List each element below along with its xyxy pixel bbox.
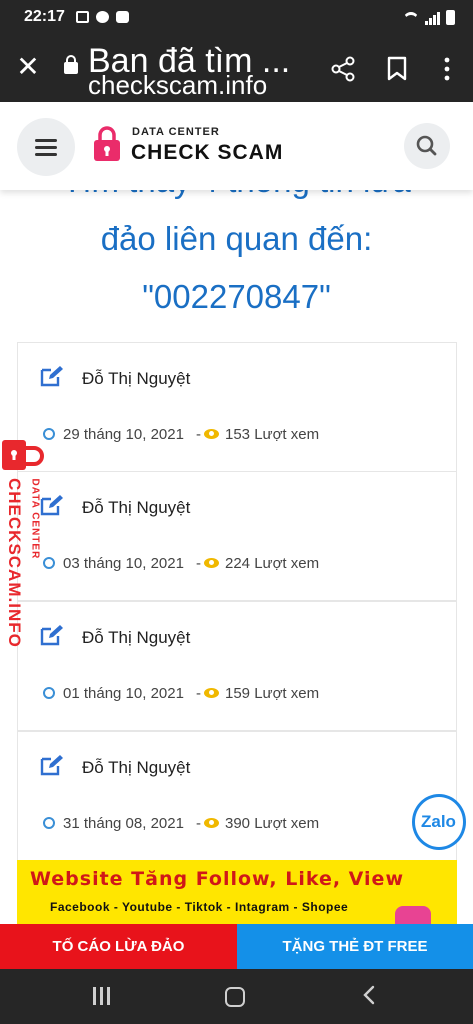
result-date: 03 tháng 10, 2021 [63,555,184,572]
messenger-icon [96,11,109,23]
result-name[interactable]: Đỗ Thị Nguyệt [82,369,190,389]
logo-subtitle: DATA CENTER [132,126,220,138]
meta-separator: - [196,685,201,702]
youtube-icon [116,11,129,23]
logo-title[interactable]: CHECK SCAM [131,141,283,165]
promo-decoration-icon [395,906,431,924]
eye-icon [204,688,219,698]
eye-icon [204,558,219,568]
side-watermark: DATA CENTER CHECKSCAM.INFO [0,436,50,666]
eye-icon [204,429,219,439]
free-card-button[interactable]: TẶNG THẺ ĐT FREE [237,924,473,969]
notification-icons [76,11,129,23]
result-views: 224 Lượt xem [225,555,320,572]
browser-domain[interactable]: checkscam.info [88,70,267,101]
result-name[interactable]: Đỗ Thị Nguyệt [82,758,190,778]
zalo-chat-button[interactable]: Zalo [412,794,466,850]
result-card[interactable]: Đỗ Thị Nguyệt 29 tháng 10, 2021 - 153 Lư… [17,342,457,472]
logo-lock-icon [94,126,120,161]
result-card[interactable]: Đỗ Thị Nguyệt 01 tháng 10, 2021 - 159 Lư… [17,601,457,731]
edit-icon [40,755,63,776]
meta-separator: - [196,555,201,572]
heading-line-1: Tìm thấy 4 thông tin lừa [0,190,473,210]
watermark-subtitle: DATA CENTER [29,478,41,560]
close-icon[interactable]: ✕ [16,53,40,81]
meta-separator: - [196,815,201,832]
edit-icon [40,366,63,387]
result-views: 159 Lượt xem [225,685,320,702]
main-content: Tìm thấy 4 thông tin lừa đảo liên quan đ… [0,190,473,924]
promo-subtitle: Facebook - Youtube - Tiktok - Intagram -… [50,900,349,914]
result-views: 390 Lượt xem [225,815,320,832]
share-icon[interactable] [330,56,356,82]
menu-icon[interactable] [17,118,75,176]
report-scam-button[interactable]: TỐ CÁO LỪA ĐẢO [0,924,237,969]
heading-line-2: đảo liên quan đến: [100,220,373,257]
clock-icon [43,817,55,829]
site-header: DATA CENTER CHECK SCAM [0,102,473,190]
clock-icon [43,687,55,699]
status-time: 22:17 [24,8,65,25]
meta-separator: - [196,426,201,443]
system-icons [403,10,455,25]
search-icon[interactable] [404,123,450,169]
result-date: 31 tháng 08, 2021 [63,815,184,832]
result-date: 01 tháng 10, 2021 [63,685,184,702]
promo-title: Website Tăng Follow, Like, View [30,868,404,890]
system-nav-bar [0,969,473,1024]
result-name[interactable]: Đỗ Thị Nguyệt [82,498,190,518]
watermark-title: CHECKSCAM.INFO [5,478,24,648]
page-heading: Tìm thấy 4 thông tin lừa đảo liên quan đ… [0,190,473,326]
more-icon[interactable] [436,56,458,82]
lock-icon [64,55,78,74]
status-bar: 22:17 [0,0,473,36]
watermark-lock-icon [2,440,44,470]
result-name[interactable]: Đỗ Thị Nguyệt [82,628,190,648]
wifi-icon [403,12,419,25]
heading-line-3: "002270847" [142,278,331,315]
signal-icon [425,12,440,25]
bookmark-icon[interactable] [386,56,408,82]
browser-toolbar: ✕ Ban đã tìm ... checkscam.info [0,36,473,102]
back-icon[interactable] [360,985,378,1005]
result-card[interactable]: Đỗ Thị Nguyệt 03 tháng 10, 2021 - 224 Lư… [17,471,457,601]
home-icon[interactable] [225,987,245,1007]
recent-apps-icon[interactable] [93,987,113,1005]
zalo-label: Zalo [421,812,456,831]
promo-banner[interactable]: Website Tăng Follow, Like, View Facebook… [17,860,457,924]
result-date: 29 tháng 10, 2021 [63,426,184,443]
image-icon [76,11,89,23]
eye-icon [204,818,219,828]
bottom-actions: TỐ CÁO LỪA ĐẢO TẶNG THẺ ĐT FREE [0,924,473,969]
result-card[interactable]: Đỗ Thị Nguyệt 31 tháng 08, 2021 - 390 Lư… [17,731,457,861]
result-views: 153 Lượt xem [225,426,320,443]
battery-icon [446,10,455,25]
